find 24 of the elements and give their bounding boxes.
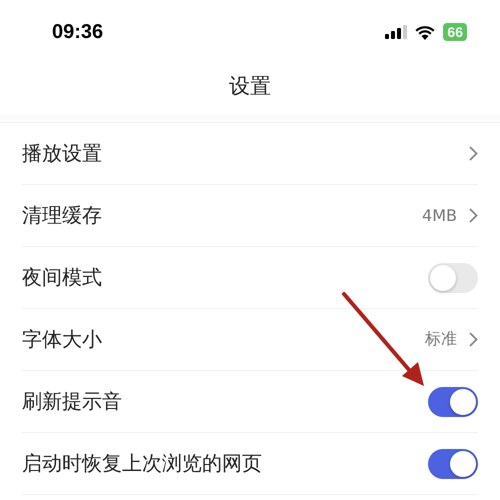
status-time: 09:36: [52, 20, 104, 44]
wifi-icon: [415, 24, 436, 40]
settings-row[interactable]: 刷新提示音: [22, 371, 478, 433]
settings-row[interactable]: 播放设置: [22, 123, 478, 185]
row-value: 4MB: [422, 206, 457, 225]
settings-row[interactable]: 清理缓存 4MB: [22, 185, 478, 247]
chevron-icon: [469, 146, 478, 161]
row-label: 刷新提示音: [22, 388, 122, 415]
chevron-icon: [469, 332, 478, 347]
battery-indicator: 66: [443, 23, 467, 41]
row-value: 标准: [425, 329, 457, 350]
toggle-switch[interactable]: [428, 386, 478, 416]
settings-row[interactable]: 夜间模式: [22, 247, 478, 309]
row-label: 启动时恢复上次浏览的网页: [22, 450, 262, 477]
toggle-switch[interactable]: [428, 448, 478, 478]
row-label: 清理缓存: [22, 202, 102, 229]
chevron-icon: [469, 208, 478, 223]
signal-icon: [385, 25, 408, 39]
page-title: 设置: [228, 73, 272, 100]
toggle-switch[interactable]: [428, 262, 478, 292]
row-label: 字体大小: [22, 326, 102, 353]
settings-row[interactable]: 启动时恢复上次浏览的网页: [22, 433, 478, 495]
row-label: 夜间模式: [22, 264, 102, 291]
row-label: 播放设置: [22, 140, 102, 167]
